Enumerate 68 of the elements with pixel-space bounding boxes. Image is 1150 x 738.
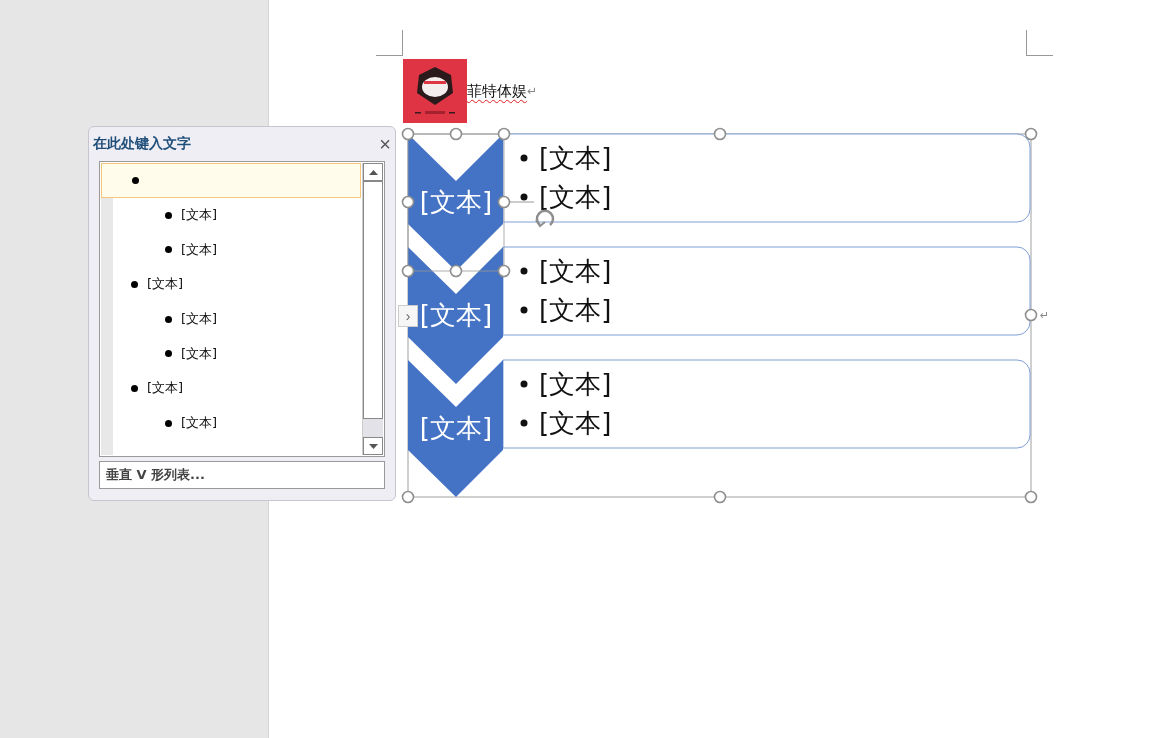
pane-title: 在此处键入文字	[93, 135, 191, 153]
resize-handle[interactable]	[713, 490, 727, 504]
item-text: [文本]	[181, 344, 218, 363]
chevron-label: [文本]	[419, 187, 493, 217]
list-item[interactable]: [文本]	[101, 336, 361, 372]
layout-name[interactable]: 垂直 V 形列表...	[99, 461, 385, 489]
bullet-icon	[520, 193, 528, 201]
scroll-track[interactable]	[363, 419, 383, 437]
resize-handle[interactable]	[497, 264, 511, 278]
bullet-icon	[520, 306, 528, 314]
bullet-icon	[520, 154, 528, 162]
item-text: [文本]	[147, 379, 184, 398]
bullet-text: [文本]	[539, 369, 612, 399]
scroll-up-button[interactable]	[363, 163, 383, 181]
crop-mark	[1026, 30, 1053, 56]
list-item[interactable]: [文本]	[101, 197, 361, 233]
resize-handle[interactable]	[1024, 127, 1038, 141]
resize-handle[interactable]	[449, 127, 463, 141]
up-arrow-icon	[368, 169, 378, 175]
list-item[interactable]: [文本]	[101, 371, 361, 406]
scroll-thumb[interactable]	[363, 181, 383, 419]
item-text: [文本]	[181, 310, 218, 329]
resize-handle[interactable]	[1024, 308, 1038, 322]
bullet-text: [文本]	[539, 143, 612, 173]
pane-toggle-button[interactable]: ›	[398, 305, 418, 327]
resize-handle[interactable]	[449, 264, 463, 278]
scrollbar[interactable]	[362, 163, 383, 455]
bullet-icon	[165, 315, 172, 323]
chevron-label: [文本]	[419, 300, 493, 330]
bullet-icon	[165, 211, 172, 219]
list-item[interactable]: [文本]	[101, 301, 361, 337]
crop-mark	[376, 30, 403, 56]
bullet-text: [文本]	[539, 256, 612, 286]
down-arrow-icon	[368, 443, 378, 449]
close-button[interactable]: ×	[379, 132, 391, 156]
resize-handle[interactable]	[401, 264, 415, 278]
bullet-icon	[520, 267, 528, 275]
list-item[interactable]: [文本]	[101, 405, 361, 441]
list-item[interactable]: [文本]	[101, 232, 361, 268]
item-text: [文本]	[147, 275, 184, 294]
rotate-handle[interactable]	[535, 209, 555, 228]
bullet-icon	[165, 246, 172, 254]
item-text: [文本]	[181, 206, 218, 225]
resize-handle[interactable]	[1024, 490, 1038, 504]
paragraph-mark: ↵	[1040, 309, 1050, 322]
bullet-text: [文本]	[539, 408, 612, 438]
bullet-icon	[520, 419, 528, 427]
resize-handle[interactable]	[401, 490, 415, 504]
resize-handle[interactable]	[497, 127, 511, 141]
bullet-icon	[132, 176, 139, 184]
bullet-icon	[131, 280, 138, 288]
bullet-icon	[131, 384, 138, 392]
bullet-icon	[165, 419, 172, 427]
bullet-text: [文本]	[539, 295, 612, 325]
bullet-icon	[165, 350, 172, 358]
chevron-label: [文本]	[419, 413, 493, 443]
resize-handle[interactable]	[401, 127, 415, 141]
resize-handle[interactable]	[713, 127, 727, 141]
bullet-text: [文本]	[539, 182, 612, 212]
resize-handle[interactable]	[401, 195, 415, 209]
list-item[interactable]: [文本]	[101, 267, 361, 302]
heading-text: 菲特体娱	[467, 81, 527, 101]
scroll-down-button[interactable]	[363, 437, 383, 455]
resize-handle[interactable]	[497, 195, 511, 209]
item-text: [文本]	[181, 414, 218, 433]
bullet-icon	[520, 380, 528, 388]
item-text: [文本]	[181, 240, 218, 259]
paragraph-mark: ↵	[527, 84, 538, 98]
